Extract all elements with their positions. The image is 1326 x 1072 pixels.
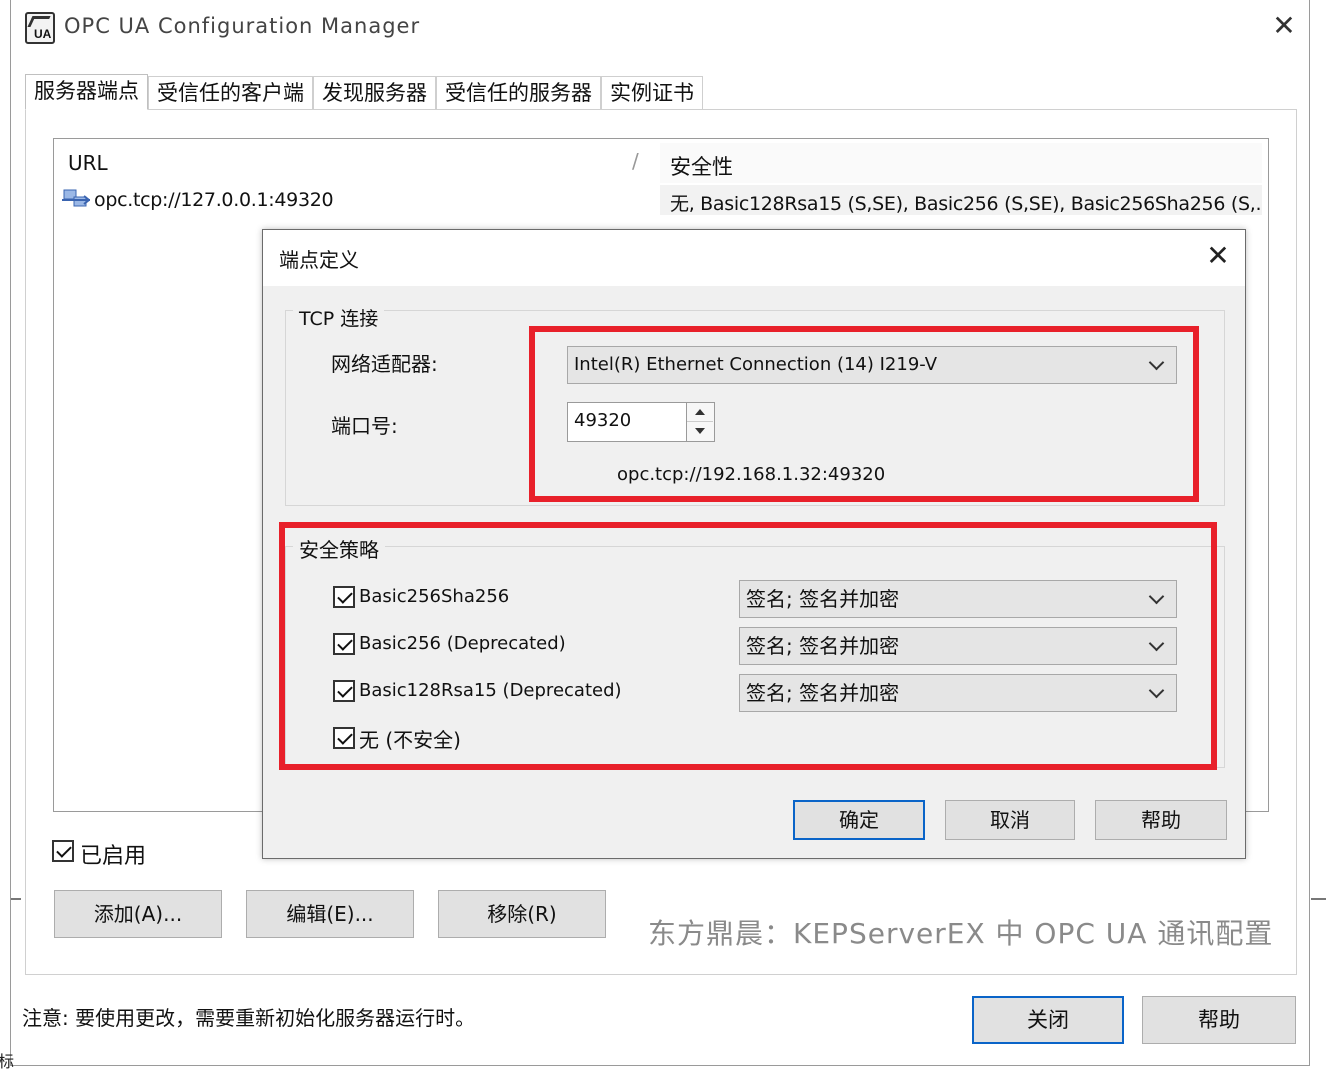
- edge-divider-left: [11, 898, 21, 900]
- window-title: OPC UA Configuration Manager: [64, 14, 421, 38]
- edge-text: 标: [0, 1052, 15, 1071]
- tab-trusted-clients[interactable]: 受信任的客户端: [148, 76, 313, 110]
- dialog-title: 端点定义: [279, 248, 359, 272]
- ok-button[interactable]: 确定: [793, 800, 925, 840]
- enabled-checkbox[interactable]: [52, 840, 74, 862]
- network-endpoint-icon: [62, 189, 90, 207]
- tab-instance-certificates[interactable]: 实例证书: [601, 76, 703, 110]
- tab-trusted-servers[interactable]: 受信任的服务器: [436, 76, 601, 110]
- title-bar: UA OPC UA Configuration Manager ✕: [11, 0, 1311, 56]
- port-label: 端口号:: [331, 414, 398, 438]
- column-header-url[interactable]: URL: [68, 151, 108, 175]
- window-close-icon[interactable]: ✕: [1269, 12, 1299, 42]
- dialog-close-icon[interactable]: ✕: [1203, 240, 1233, 272]
- column-separator: /: [632, 149, 639, 173]
- endpoint-definition-dialog: 端点定义 ✕ TCP 连接 网络适配器: Intel(R) Ethernet C…: [262, 229, 1246, 859]
- note-text: 注意: 要使用更改，需要重新初始化服务器运行时。: [22, 1006, 476, 1030]
- watermark-text: 东方鼎晨：KEPServerEX 中 OPC UA 通讯配置: [648, 917, 1274, 950]
- add-button[interactable]: 添加(A)...: [54, 890, 222, 938]
- security-highlight-box: [279, 522, 1217, 770]
- dialog-help-button[interactable]: 帮助: [1095, 800, 1227, 840]
- edge-divider-right: [1311, 898, 1326, 900]
- tcp-connection-legend: TCP 连接: [293, 304, 385, 331]
- cancel-button[interactable]: 取消: [945, 800, 1075, 840]
- network-adapter-label: 网络适配器:: [331, 352, 438, 376]
- table-row-url[interactable]: opc.tcp://127.0.0.1:49320: [94, 189, 334, 211]
- tab-server-endpoints[interactable]: 服务器端点: [25, 74, 148, 110]
- dialog-title-bar: 端点定义 ✕: [263, 230, 1245, 286]
- tab-discovery-servers[interactable]: 发现服务器: [313, 76, 436, 110]
- opc-ua-app-icon: UA: [25, 12, 55, 44]
- remove-button[interactable]: 移除(R): [438, 890, 606, 938]
- table-row-security[interactable]: 无, Basic128Rsa15 (S,SE), Basic256 (S,SE)…: [670, 189, 1260, 216]
- close-button[interactable]: 关闭: [972, 996, 1124, 1044]
- edit-button[interactable]: 编辑(E)...: [246, 890, 414, 938]
- tab-strip: 服务器端点 受信任的客户端 发现服务器 受信任的服务器 实例证书: [25, 74, 703, 110]
- enabled-label: 已启用: [80, 844, 147, 869]
- column-header-security-bg: [660, 143, 1262, 183]
- column-header-security[interactable]: 安全性: [670, 151, 733, 181]
- help-button[interactable]: 帮助: [1142, 996, 1296, 1044]
- tcp-highlight-box: [529, 326, 1199, 502]
